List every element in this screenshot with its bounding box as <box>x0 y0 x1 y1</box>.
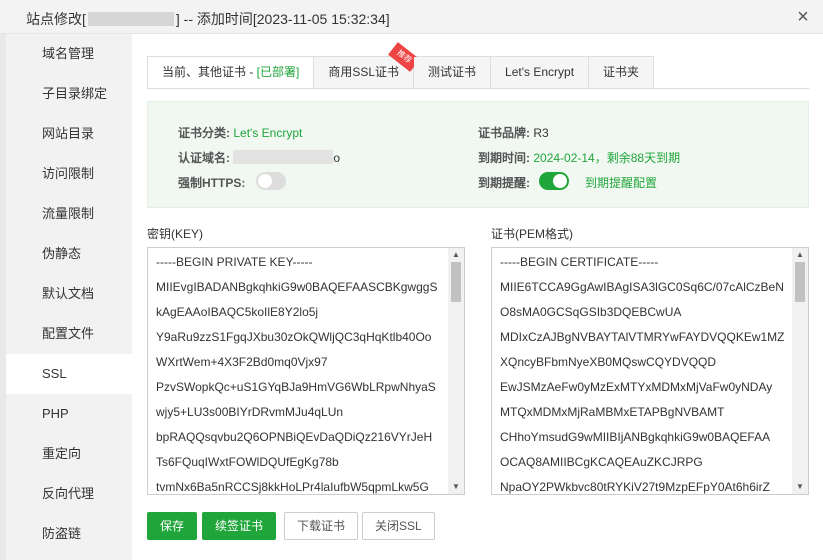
sidebar-item-rewrite[interactable]: 伪静态 <box>6 234 132 274</box>
expire-remind-config-link[interactable]: 到期提醒配置 <box>585 174 657 191</box>
sidebar-item-traffic[interactable]: 流量限制 <box>6 194 132 234</box>
cert-domain-row: 认证域名: o <box>178 150 341 165</box>
tab-cert-folder[interactable]: 证书夹 <box>589 57 654 88</box>
text-line: Y9aRu9zzS1FgqJXbu30zOkQWljQC3qHqKtlb40Oo <box>156 330 432 344</box>
cert-brand-value: R3 <box>533 126 549 140</box>
sidebar-item-hotlink[interactable]: 防盗链 <box>6 514 132 554</box>
sidebar-item-proxy[interactable]: 反向代理 <box>6 474 132 514</box>
cert-expire-row: 到期时间: 2024-02-14，剩余88天到期 <box>478 151 681 165</box>
text-line: XQncyBFbmNyeXB0MQswCQYDVQQD <box>500 355 717 369</box>
force-https-row: 强制HTTPS: <box>178 176 246 190</box>
cert-label: 证书(PEM格式) <box>491 227 573 241</box>
close-icon[interactable]: × <box>791 5 815 29</box>
key-label: 密钥(KEY) <box>147 227 204 241</box>
private-key-textarea[interactable]: -----BEGIN PRIVATE KEY----- MIIEvgIBADANB… <box>147 247 465 495</box>
tab-commercial-ssl[interactable]: 商用SSL证书 推荐 <box>314 42 420 88</box>
text-line: O8sMA0GCSqGSIb3DQEBCwUA <box>500 305 682 319</box>
save-button[interactable]: 保存 <box>147 512 198 540</box>
scroll-up-icon[interactable]: ▲ <box>448 248 464 262</box>
text-line: bpRAQQsqvbu2Q6OPNBiQEvDaQDiQz216VYrJeH <box>156 430 433 444</box>
sidebar-item-ssl[interactable]: SSL <box>6 354 132 394</box>
sidebar-item-webroot[interactable]: 网站目录 <box>6 114 132 154</box>
redacted-domain <box>233 150 334 164</box>
text-line: kAgEAAoIBAQC5koIlE8Y2lo5j <box>156 305 319 319</box>
tab-divider <box>147 88 809 89</box>
scroll-down-icon[interactable]: ▼ <box>448 480 464 494</box>
download-cert-button[interactable]: 下载证书 <box>284 512 359 540</box>
text-line: CHhoYmsudG9wMIIBIjANBgkqhkiG9w0BAQEFAA <box>500 430 771 444</box>
tab-current-cert[interactable]: 当前、其他证书 - [已部署] <box>148 57 315 89</box>
text-line: PzvSWopkQc+uS1GYqBJa9HmVG6WbLRpwNhyaS <box>156 380 436 394</box>
text-line: MIIEvgIBADANBgkqhkiG9w0BAQEFAASCBKgwggS <box>156 280 438 294</box>
redacted-site-name <box>87 12 174 26</box>
text-line: tvmNx6Ba5nRCCSj8kkHoLPr4laIufbW5qpmLkw5G <box>156 480 429 494</box>
toggle-knob <box>553 174 567 188</box>
text-line: -----BEGIN PRIVATE KEY----- <box>156 255 313 269</box>
dialog-titlebar: 站点修改[] -- 添加时间[2023-11-05 15:32:34] × <box>0 0 823 34</box>
text-line: OCAQ8AMIIBCgKCAQEAuZKCJRPG <box>500 455 703 469</box>
close-ssl-button[interactable]: 关闭SSL <box>362 512 435 540</box>
sidebar: 域名管理 子目录绑定 网站目录 访问限制 流量限制 伪静态 默认文档 配置文件 … <box>6 34 132 560</box>
scroll-up-icon[interactable]: ▲ <box>792 248 808 262</box>
cert-expire-value: 2024-02-14，剩余88天到期 <box>533 151 681 165</box>
scroll-thumb[interactable] <box>451 262 461 302</box>
deployed-status: [已部署] <box>256 65 300 79</box>
sidebar-item-php[interactable]: PHP <box>6 394 132 434</box>
toggle-knob <box>258 174 272 188</box>
cert-scrollbar[interactable]: ▲ ▼ <box>792 248 808 494</box>
expire-remind-toggle[interactable] <box>539 172 569 190</box>
renew-cert-button[interactable]: 续签证书 <box>202 512 277 540</box>
text-line: MIIE6TCCA9GgAwIBAgISA3lGC0Sq6C/07cAlCzBe… <box>500 280 784 294</box>
tab-letsencrypt[interactable]: Let's Encrypt <box>491 57 590 88</box>
tab-test-cert[interactable]: 测试证书 <box>414 57 492 88</box>
ssl-tabs: 当前、其他证书 - [已部署] 商用SSL证书 推荐 测试证书 Let's En… <box>147 42 655 89</box>
sidebar-item-redirect[interactable]: 重定向 <box>6 434 132 474</box>
text-line: MDIxCzAJBgNVBAYTAlVTMRYwFAYDVQQKEw1MZ <box>500 330 785 344</box>
text-line: -----BEGIN CERTIFICATE----- <box>500 255 659 269</box>
text-line: EwJSMzAeFw0yMzExMTYxMDMxMjVaFw0yNDAy <box>500 380 773 394</box>
cert-category-value: Let's Encrypt <box>233 126 303 140</box>
cert-category-row: 证书分类: Let's Encrypt <box>178 126 303 140</box>
key-scrollbar[interactable]: ▲ ▼ <box>448 248 464 494</box>
text-line: WXrtWem+4X3F2Bd0mq0Vjx97 <box>156 355 328 369</box>
text-line: NpaOY2PWkbvc80tRYKiV27t9MzpEFpY0At6h6irZ <box>500 480 770 494</box>
sidebar-item-default-doc[interactable]: 默认文档 <box>6 274 132 314</box>
sidebar-item-config[interactable]: 配置文件 <box>6 314 132 354</box>
dialog-title: 站点修改[] -- 添加时间[2023-11-05 15:32:34] <box>26 11 390 27</box>
cert-brand-row: 证书品牌: R3 <box>478 126 549 140</box>
expire-remind-row: 到期提醒: <box>478 176 530 190</box>
sidebar-item-domain[interactable]: 域名管理 <box>6 34 132 74</box>
text-line: wjy5+LU3s00BIYrDRvmMJu4qLUn <box>156 405 344 419</box>
scroll-thumb[interactable] <box>795 262 805 302</box>
force-https-toggle[interactable] <box>256 172 286 190</box>
sidebar-item-subdir[interactable]: 子目录绑定 <box>6 74 132 114</box>
certificate-textarea[interactable]: -----BEGIN CERTIFICATE----- MIIE6TCCA9GgA… <box>491 247 809 495</box>
text-line: MTQxMDMxMjRaMBMxETAPBgNVBAMT <box>500 405 725 419</box>
scroll-down-icon[interactable]: ▼ <box>792 480 808 494</box>
cert-info-box: 证书分类: Let's Encrypt 证书品牌: R3 认证域名: o 到期时… <box>147 101 809 208</box>
text-line: Ts6FQuqIWxtFOWlDQUfEgKg78b <box>156 455 339 469</box>
sidebar-item-access[interactable]: 访问限制 <box>6 154 132 194</box>
ssl-panel: 当前、其他证书 - [已部署] 商用SSL证书 推荐 测试证书 Let's En… <box>132 34 823 560</box>
